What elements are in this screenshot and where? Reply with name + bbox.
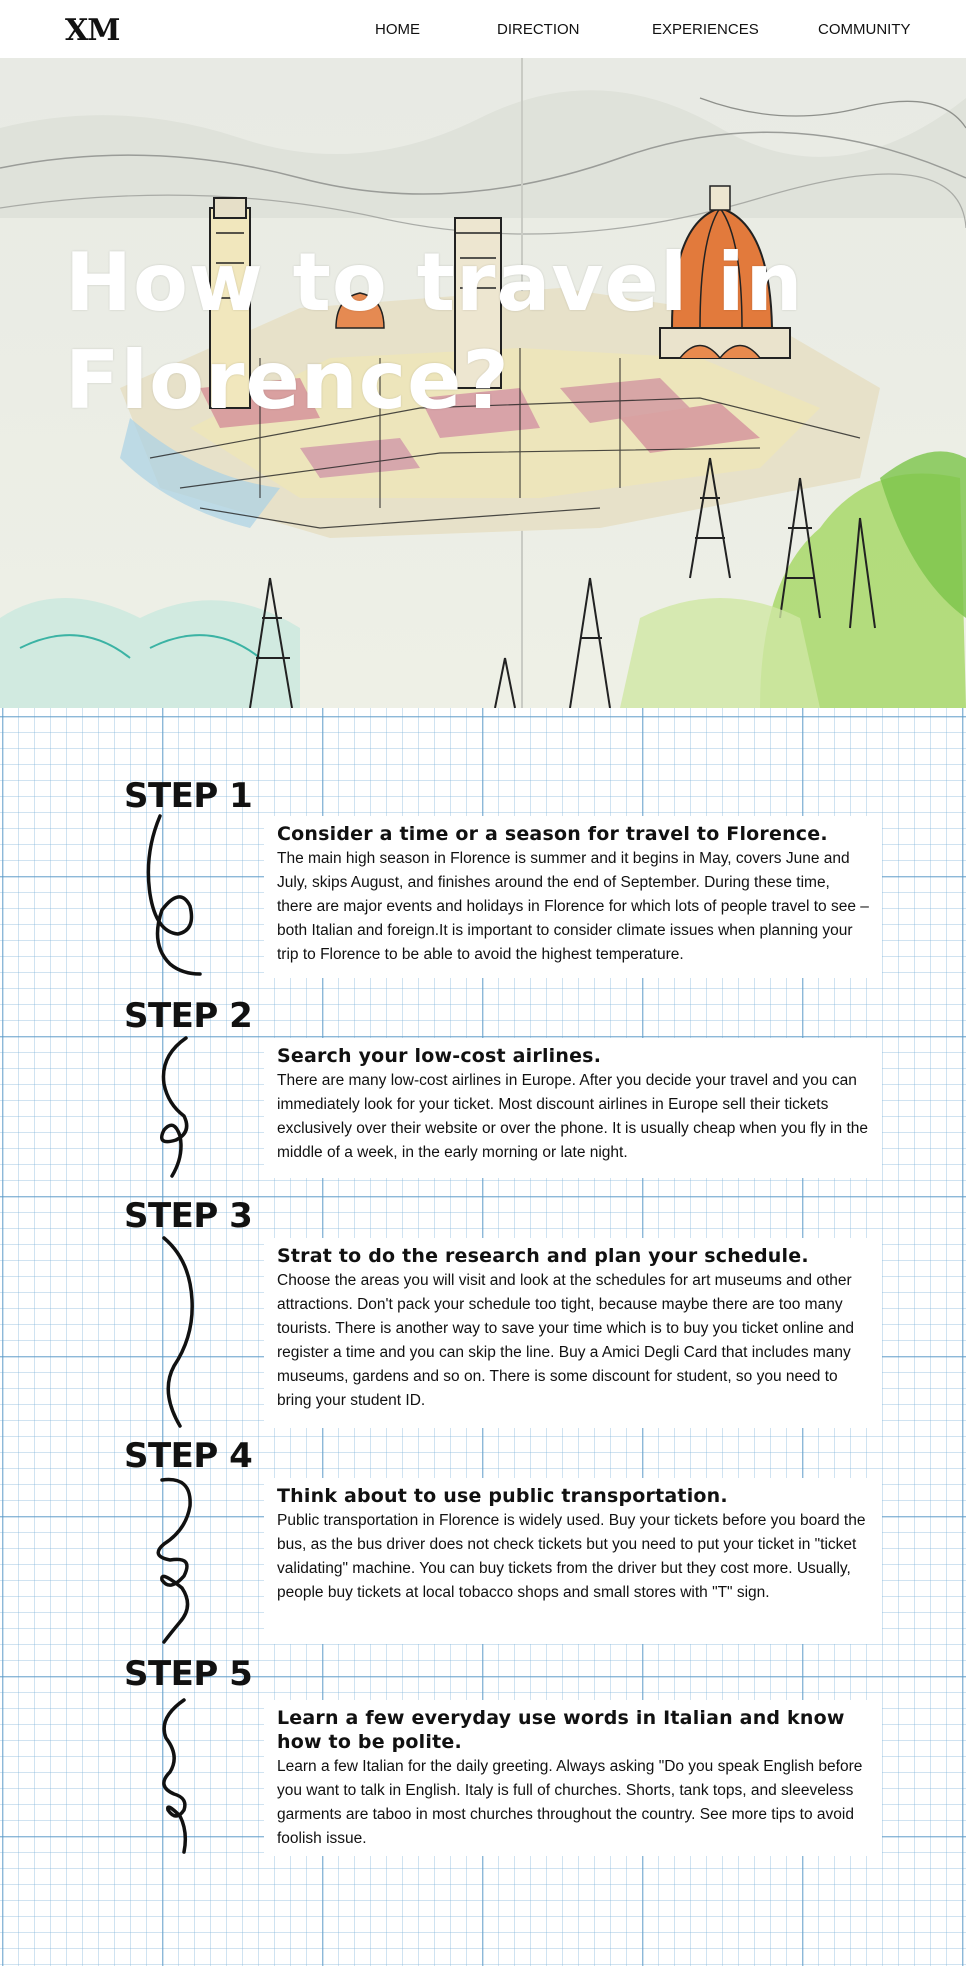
step-4-title: Think about to use public transportation… (277, 1485, 728, 1507)
step-5-label: STEP 5 (124, 1654, 253, 1694)
step-2-title: Search your low-cost airlines. (277, 1045, 602, 1067)
step-1-title: Consider a time or a season for travel t… (277, 823, 828, 845)
hero-banner: How to travel in Florence? (0, 58, 966, 708)
squiggle-divider-icon (146, 814, 202, 976)
step-5-title: Learn a few everyday use words in Italia… (277, 1707, 845, 1753)
steps-section: STEP 1 Consider a time or a season for t… (0, 708, 966, 1966)
step-1-body: The main high season in Florence is summ… (277, 850, 869, 963)
squiggle-divider-icon (162, 1236, 194, 1428)
step-2-label: STEP 2 (124, 996, 253, 1036)
top-navigation: XM HOME DIRECTION EXPERIENCES COMMUNITY (0, 0, 966, 58)
nav-item-home[interactable]: HOME (375, 20, 420, 40)
nav-item-direction[interactable]: DIRECTION (497, 20, 580, 40)
step-4-label: STEP 4 (124, 1436, 253, 1476)
site-logo[interactable]: XM (65, 12, 120, 50)
step-1-label: STEP 1 (124, 776, 253, 816)
squiggle-divider-icon (162, 1698, 188, 1854)
hero-title: How to travel in Florence? (65, 236, 804, 427)
step-3-card: Strat to do the research and plan your s… (264, 1238, 882, 1428)
step-3-label: STEP 3 (124, 1196, 253, 1236)
step-5-body: Learn a few Italian for the daily greeti… (277, 1758, 863, 1847)
step-1-card: Consider a time or a season for travel t… (264, 816, 882, 978)
squiggle-divider-icon (156, 1477, 192, 1644)
nav-item-community[interactable]: COMMUNITY (818, 20, 911, 40)
step-5-card: Learn a few everyday use words in Italia… (264, 1700, 882, 1856)
nav-item-experiences[interactable]: EXPERIENCES (652, 20, 759, 40)
step-4-card: Think about to use public transportation… (264, 1478, 882, 1644)
squiggle-divider-icon (160, 1036, 189, 1178)
step-4-body: Public transportation in Florence is wid… (277, 1512, 866, 1601)
step-2-card: Search your low-cost airlines. There are… (264, 1038, 882, 1178)
step-3-title: Strat to do the research and plan your s… (277, 1245, 809, 1267)
step-2-body: There are many low-cost airlines in Euro… (277, 1072, 869, 1161)
step-3-body: Choose the areas you will visit and look… (277, 1272, 854, 1409)
